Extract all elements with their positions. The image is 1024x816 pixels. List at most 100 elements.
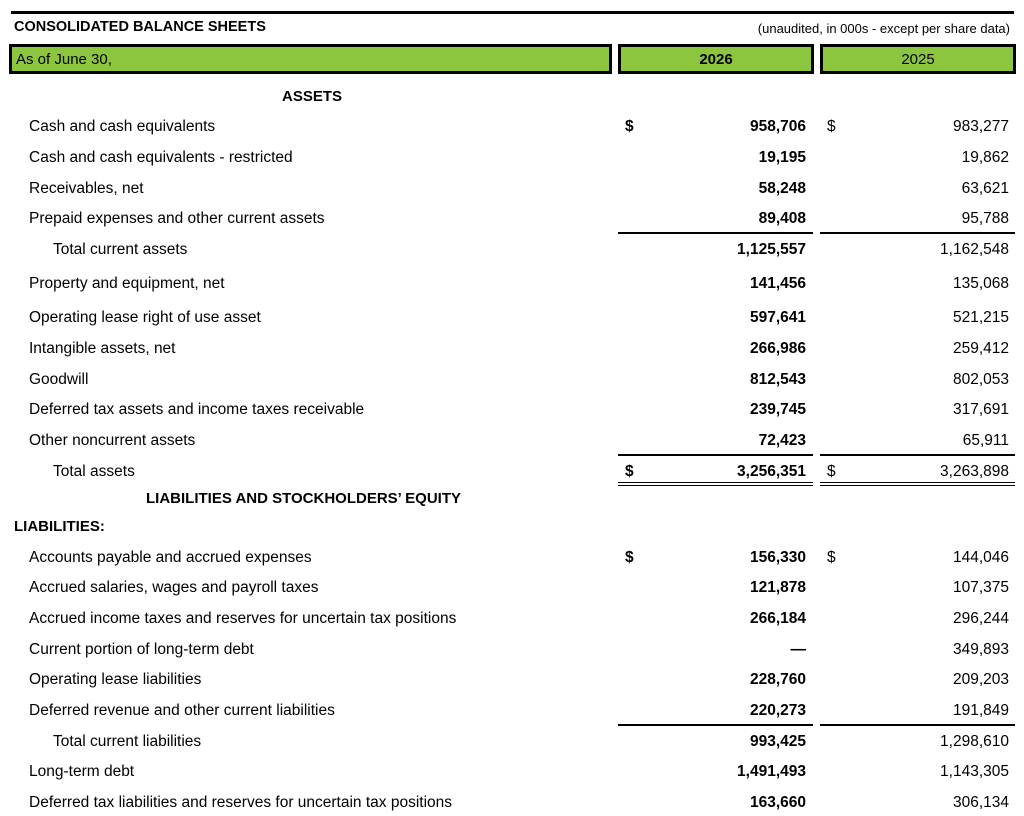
- value-2025: 1,143,305: [940, 763, 1009, 780]
- currency-symbol-2026: $: [625, 549, 634, 566]
- value-2026: 1,491,493: [737, 763, 806, 780]
- value-2025: 306,134: [952, 794, 1009, 811]
- row-label: Accounts payable and accrued expenses: [29, 549, 312, 566]
- value-2025: 95,788: [961, 210, 1009, 227]
- sheet-subtitle: (unaudited, in 000s - except per share d…: [757, 21, 1010, 36]
- value-2026: 156,330: [749, 549, 806, 566]
- table-row: Cash and cash equivalents $ $958,706 983,27…: [0, 116, 1024, 140]
- table-row: Other noncurrent assets 72,423 65,911: [0, 430, 1024, 454]
- row-label: Deferred tax assets and income taxes rec…: [29, 401, 365, 418]
- row-label: Operating lease right of use asset: [29, 309, 261, 326]
- currency-symbol-2025: $: [827, 118, 836, 135]
- row-label: Intangible assets, net: [29, 340, 176, 357]
- value-2026: —: [790, 641, 807, 658]
- row-label: Goodwill: [29, 371, 89, 388]
- row-label: Current portion of long-term debt: [29, 641, 254, 658]
- table-row: Cash and cash equivalents - restricted 19…: [0, 147, 1024, 171]
- value-2026: 72,423: [758, 432, 806, 449]
- value-2026: 266,184: [749, 610, 806, 627]
- total-double-rule-2026-b: [618, 485, 813, 486]
- row-label: Cash and cash equivalents: [29, 118, 216, 135]
- value-2025: 135,068: [952, 275, 1009, 292]
- value-2026: 3,256,351: [737, 463, 806, 480]
- currency-symbol-2025: $: [827, 549, 836, 566]
- value-2025: 65,911: [962, 432, 1009, 449]
- total-rule-2026: [618, 454, 813, 456]
- table-row: Operating lease liabilities 228,760 209,20…: [0, 669, 1024, 693]
- table-row: Long-term debt 1,491,493 1,143,305: [0, 761, 1024, 785]
- table-row: Receivables, net 58,248 63,621: [0, 178, 1024, 202]
- row-label: Other noncurrent assets: [29, 432, 196, 449]
- table-row: Total current assets 1,125,557 1,162,548: [0, 239, 1024, 263]
- table-row: Current portion of long-term debt — 349,89…: [0, 639, 1024, 663]
- row-label: Accrued income taxes and reserves for un…: [29, 610, 457, 627]
- value-2025: 259,412: [952, 340, 1009, 357]
- value-2026: 19,195: [758, 149, 806, 166]
- value-2025: 107,375: [952, 579, 1009, 596]
- row-label: Total assets: [53, 463, 135, 480]
- value-2026: 266,986: [749, 340, 806, 357]
- value-2025: 317,691: [952, 401, 1009, 418]
- total-rule-2025: [820, 454, 1015, 456]
- liab-subtotal-rule-2025: [820, 724, 1015, 726]
- value-2025: 63,621: [961, 180, 1009, 197]
- currency-symbol-2026: $: [625, 463, 634, 480]
- value-2026: 812,543: [749, 371, 806, 388]
- row-label: Receivables, net: [29, 180, 144, 197]
- value-2026: 239,745: [749, 401, 806, 418]
- subtotal-rule-2025: [820, 232, 1015, 234]
- year-2025-header: 2025: [820, 44, 1016, 74]
- table-row: Prepaid expenses and other current asset…: [0, 208, 1024, 232]
- value-2026: 121,878: [749, 579, 806, 596]
- value-2025: 1,298,610: [940, 733, 1009, 750]
- table-row: Operating lease right of use asset 597,64…: [0, 307, 1024, 331]
- row-label: Total current liabilities: [53, 733, 202, 750]
- value-2025: 802,053: [952, 371, 1009, 388]
- table-row: Accrued salaries, wages and payroll taxe…: [0, 577, 1024, 601]
- row-label: Prepaid expenses and other current asset…: [29, 210, 325, 227]
- row-label: Operating lease liabilities: [29, 671, 202, 688]
- value-2026: 993,425: [749, 733, 806, 750]
- value-2025: 349,893: [952, 641, 1009, 658]
- value-2025: 209,203: [952, 671, 1009, 688]
- value-2026: 597,641: [749, 309, 806, 326]
- table-row: Deferred tax assets and income taxes rec…: [0, 399, 1024, 423]
- value-2026: 163,660: [749, 794, 806, 811]
- table-row: Intangible assets, net 266,986 259,412: [0, 338, 1024, 362]
- subtotal-rule-2026: [618, 232, 813, 234]
- value-2026: 58,248: [758, 180, 806, 197]
- row-label: Deferred revenue and other current liabi…: [29, 702, 335, 719]
- table-row: Accrued income taxes and reserves for un…: [0, 608, 1024, 632]
- row-label: Deferred tax liabilities and reserves fo…: [29, 794, 453, 811]
- value-2025: 1,162,548: [940, 241, 1009, 258]
- table-row: Accounts payable and accrued expenses $ $1…: [0, 547, 1024, 571]
- year-2026-header: 2026: [618, 44, 814, 74]
- as-of-header: As of June 30,: [9, 44, 612, 74]
- value-2026: 141,456: [749, 275, 806, 292]
- liab-subtotal-rule-2026: [618, 724, 813, 726]
- row-label: Long-term debt: [29, 763, 135, 780]
- row-label: Cash and cash equivalents - restricted: [29, 149, 293, 166]
- total-double-rule-2026-a: [618, 482, 813, 483]
- total-double-rule-2025-b: [820, 485, 1015, 486]
- value-2025: 19,862: [961, 149, 1009, 166]
- value-2025: 191,849: [952, 702, 1009, 719]
- liabilities-subheading: LIABILITIES:: [14, 518, 105, 535]
- table-row: Property and equipment, net 141,456 135,06…: [0, 273, 1024, 297]
- value-2026: 220,273: [749, 702, 806, 719]
- value-2026: 958,706: [749, 118, 806, 135]
- liabilities-equity-heading: LIABILITIES AND STOCKHOLDERS’ EQUITY: [146, 490, 462, 507]
- sheet-title: CONSOLIDATED BALANCE SHEETS: [14, 19, 266, 35]
- table-row: Deferred revenue and other current liabi…: [0, 700, 1024, 724]
- value-2026: 1,125,557: [737, 241, 806, 258]
- table-row: Deferred tax liabilities and reserves fo…: [0, 792, 1024, 816]
- value-2025: 296,244: [952, 610, 1009, 627]
- currency-symbol-2026: $: [625, 118, 634, 135]
- assets-heading: ASSETS: [282, 88, 343, 105]
- table-row: Total current liabilities 993,425 1,298,61…: [0, 731, 1024, 755]
- value-2026: 228,760: [749, 671, 806, 688]
- total-double-rule-2025-a: [820, 482, 1015, 483]
- currency-symbol-2025: $: [827, 463, 836, 480]
- top-rule: [11, 11, 1014, 14]
- table-row: Goodwill 812,543 802,053: [0, 369, 1024, 393]
